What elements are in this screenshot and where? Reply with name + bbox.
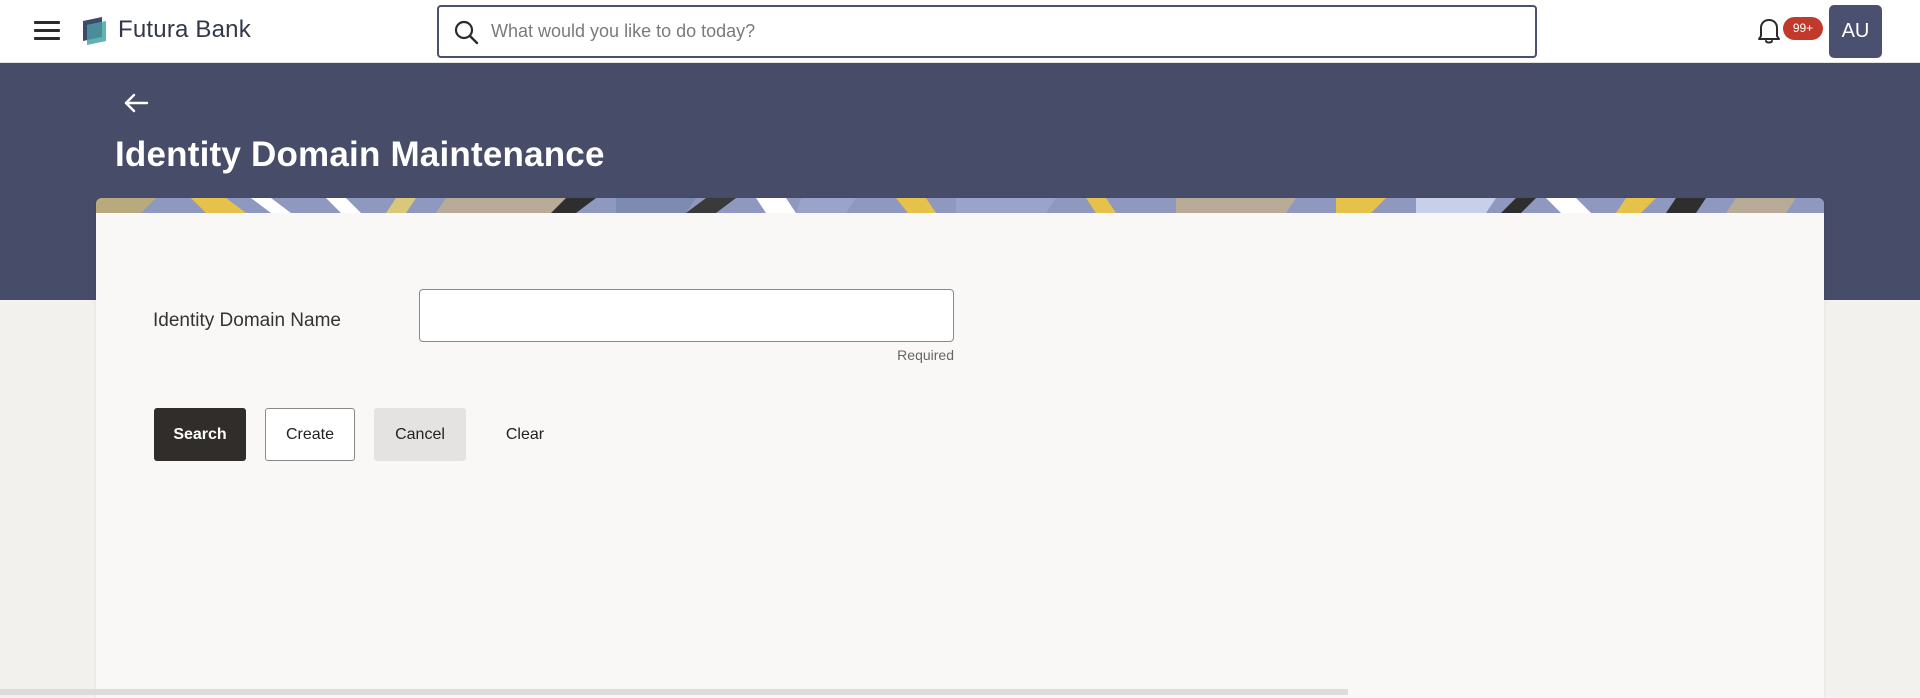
horizontal-scrollbar[interactable]: [0, 689, 1348, 695]
decorative-banner-strip: [96, 198, 1824, 213]
bank-logo-icon: [83, 17, 106, 45]
search-form-card: [96, 198, 1824, 698]
identity-domain-name-input[interactable]: [419, 289, 954, 342]
global-search-box[interactable]: [437, 5, 1537, 58]
clear-button[interactable]: Clear: [485, 408, 565, 461]
user-avatar[interactable]: AU: [1829, 5, 1882, 58]
search-icon: [454, 20, 479, 44]
notification-count-badge: 99+: [1783, 17, 1823, 40]
brand[interactable]: Futura Bank: [80, 13, 251, 47]
cancel-button[interactable]: Cancel: [374, 408, 466, 461]
back-arrow-icon[interactable]: [123, 92, 149, 114]
search-button[interactable]: Search: [154, 408, 246, 461]
bell-icon[interactable]: [1755, 15, 1783, 45]
top-navigation-bar: Futura Bank 99+ AU: [0, 0, 1920, 63]
identity-domain-name-label: Identity Domain Name: [153, 310, 341, 331]
create-button[interactable]: Create: [265, 408, 355, 461]
global-search-input[interactable]: [489, 11, 1535, 52]
hamburger-menu-icon[interactable]: [34, 19, 60, 41]
page-title: Identity Domain Maintenance: [115, 135, 605, 174]
required-hint: Required: [897, 347, 954, 363]
brand-name: Futura Bank: [118, 16, 251, 43]
